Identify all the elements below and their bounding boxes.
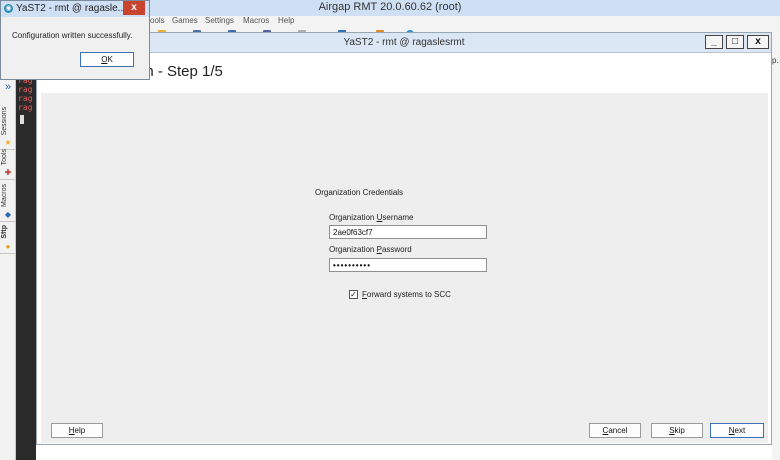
dialog-titlebar[interactable]: ◉ YaST2 - rmt @ ragasle... x — [1, 1, 149, 17]
section-title: Organization Credentials — [315, 188, 404, 197]
dialog-message: Configuration written successfully. — [12, 31, 133, 40]
maximize-button[interactable]: □ — [726, 35, 744, 49]
forward-systems-label[interactable]: Forward systems to SCC — [362, 290, 451, 299]
right-gutter-text: p. — [772, 56, 779, 65]
username-label: Organization Username — [329, 213, 414, 222]
side-tab-macros-label: Macros — [1, 184, 8, 207]
star-icon: ★ — [4, 138, 12, 147]
side-tab-sftp[interactable]: Sftp ● — [0, 222, 16, 254]
side-tab-tools-label: Tools — [1, 148, 8, 165]
skip-button[interactable]: Skip — [651, 423, 703, 438]
ok-button[interactable]: OK — [80, 52, 134, 67]
side-tab-sessions-label: Sessions — [1, 106, 8, 135]
terminal-cursor — [20, 115, 24, 124]
menu-help[interactable]: Help — [278, 16, 294, 25]
username-field[interactable]: 2ae0f63cf7 — [329, 225, 487, 239]
dialog-title: YaST2 - rmt @ ragasle... — [16, 3, 126, 14]
right-gutter: p. — [772, 32, 780, 460]
terminal-area[interactable]: rag rag rag rag — [16, 70, 36, 460]
password-label: Organization Password — [329, 245, 412, 254]
dialog-close-button[interactable]: x — [123, 1, 145, 15]
forward-systems-checkbox[interactable]: ✓ — [349, 290, 358, 299]
side-tab-sftp-label: Sftp — [1, 225, 8, 239]
tools-icon: ✚ — [4, 168, 12, 177]
confirmation-dialog: ◉ YaST2 - rmt @ ragasle... x Configurati… — [0, 0, 150, 80]
expand-sidebar-chevron-icon[interactable]: » — [0, 78, 16, 96]
yast-app-icon: ◉ — [4, 4, 13, 13]
side-tab-sessions[interactable]: Sessions ★ — [0, 98, 16, 150]
side-tab-tools[interactable]: Tools ✚ — [0, 148, 16, 180]
next-button[interactable]: Next — [710, 423, 764, 438]
side-tab-strip: » Sessions ★ Tools ✚ Macros ◆ Sftp ● — [0, 78, 16, 460]
screen: Airgap RMT 20.0.60.62 (root) ools Games … — [0, 0, 780, 460]
cancel-button[interactable]: Cancel — [589, 423, 641, 438]
macro-icon: ◆ — [4, 210, 12, 219]
yast-window: YaST2 - rmt @ ragaslesrmt _ □ x on - Ste… — [36, 32, 772, 445]
password-field[interactable]: •••••••••• — [329, 258, 487, 272]
menu-games[interactable]: Games — [172, 16, 198, 25]
help-button[interactable]: Help — [51, 423, 103, 438]
menu-macros[interactable]: Macros — [243, 16, 269, 25]
minimize-button[interactable]: _ — [705, 35, 723, 49]
close-button[interactable]: x — [747, 35, 769, 49]
side-tab-macros[interactable]: Macros ◆ — [0, 180, 16, 222]
terminal-line: rag — [18, 94, 33, 103]
terminal-line: rag — [18, 85, 33, 94]
menu-tools[interactable]: ools — [150, 16, 165, 25]
yast-content-panel: Organization Credentials Organization Us… — [41, 93, 768, 443]
sftp-icon: ● — [5, 242, 11, 251]
menu-settings[interactable]: Settings — [205, 16, 234, 25]
dialog-body: Configuration written successfully. OK — [1, 17, 149, 79]
terminal-line: rag — [18, 103, 33, 112]
